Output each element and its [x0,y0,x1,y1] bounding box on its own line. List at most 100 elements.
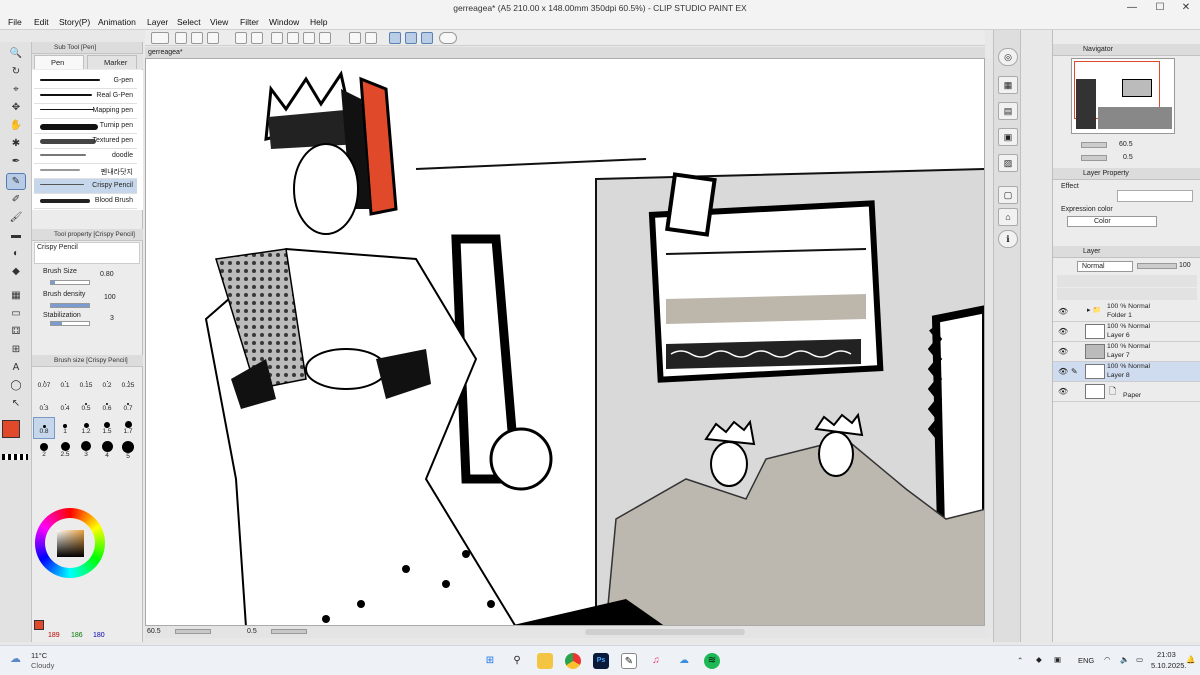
brush-item-selected[interactable]: Crispy Pencil [34,179,137,194]
fill-tool-icon[interactable]: ◆ [7,264,25,279]
navigator-zoom[interactable]: 60.5 [1119,141,1133,148]
layer-row[interactable]: 👁 ▸ 📁 100 % Normal Folder 1 [1053,302,1200,322]
visibility-eye-icon[interactable]: 👁 [1058,387,1068,396]
brush-size-cell[interactable]: 0.1 [55,372,75,392]
weather-icon[interactable]: ☁ [10,652,21,665]
snap-ruler-icon[interactable] [389,32,401,44]
blend-tool-icon[interactable]: ◐ [7,246,25,261]
menu-filter[interactable]: Filter [240,17,259,27]
image-material-icon[interactable]: ▨ [998,154,1018,172]
brush-density-slider[interactable] [50,303,90,308]
layer-row-selected[interactable]: 👁 ✎ 100 % Normal Layer 8 [1053,362,1200,382]
correct-line-tool-icon[interactable]: ↖ [7,396,25,411]
canvas-angle-value[interactable]: 0.5 [247,626,257,638]
visibility-eye-icon[interactable]: 👁 [1058,307,1068,316]
visibility-eye-icon[interactable]: 👁 [1058,367,1068,376]
brush-size-cell[interactable]: 0.07 [34,372,54,392]
sub-view-icon[interactable]: ▤ [998,102,1018,120]
open-file-icon[interactable] [191,32,203,44]
save-icon[interactable] [207,32,219,44]
menu-window[interactable]: Window [269,17,299,27]
redo-icon[interactable] [251,32,263,44]
brush-size-cell[interactable]: 1 [55,418,75,438]
eyedropper-tool-icon[interactable]: ✒ [7,154,25,169]
language-indicator[interactable]: ENG [1078,656,1094,665]
deselect-icon[interactable] [319,32,331,44]
menu-file[interactable]: File [8,17,22,27]
ruler-tool-icon[interactable]: ⊞ [7,342,25,357]
saturation-square[interactable] [57,530,84,557]
navigator-angle[interactable]: 0.5 [1123,154,1133,161]
snap-grid-icon[interactable] [421,32,433,44]
gradient-tool-icon[interactable]: ▦ [7,288,25,303]
chevron-up-icon[interactable]: ⌃ [1017,656,1023,665]
brush-size-cell[interactable]: 5 [118,441,138,461]
spotify-icon[interactable]: ≋ [704,653,720,669]
help-icon[interactable] [439,32,457,44]
material-icon[interactable]: ▦ [998,76,1018,94]
maximize-button[interactable]: ☐ [1146,0,1174,16]
undo-icon[interactable] [235,32,247,44]
hand-tool-icon[interactable]: ✋ [7,118,25,133]
pen-tool-icon[interactable]: ✎ [6,173,26,190]
info-icon[interactable]: ℹ [998,230,1018,248]
balloon-tool-icon[interactable]: ◯ [7,378,25,393]
clock-time[interactable]: 21:03 [1157,650,1176,659]
brush-size-cell[interactable]: 0.5 [76,395,96,415]
apple-music-icon[interactable]: ♫ [648,653,664,669]
rotate-tool-icon[interactable]: ↻ [7,64,25,79]
invert-selection-icon[interactable] [365,32,377,44]
layer-search-icon[interactable]: ⌂ [998,208,1018,226]
brush-size-cell[interactable]: 0.6 [97,395,117,415]
brush-density-row[interactable]: Brush density 100 [40,291,136,313]
brush-item[interactable]: Mapping pen [34,104,137,119]
brush-size-cell[interactable]: 4 [97,441,117,461]
main-color-swatch[interactable] [2,420,20,438]
color-wheel[interactable] [35,508,105,578]
clip-studio-taskbar-icon[interactable]: ✎ [621,653,637,669]
blend-mode-select[interactable]: Normal [1077,261,1133,272]
vertical-scrollbar[interactable] [985,58,993,638]
zoom-slider[interactable] [175,629,211,634]
drawing-canvas[interactable] [145,58,985,626]
frame-tool-icon[interactable]: ⚃ [7,324,25,339]
menu-layer[interactable]: Layer [147,17,168,27]
close-button[interactable]: ✕ [1172,0,1200,16]
layer-row[interactable]: 👁 100 % Normal Layer 6 [1053,322,1200,342]
wifi-icon[interactable]: ◠ [1104,655,1111,664]
brush-size-cell[interactable]: 2.5 [55,441,75,461]
brush-tool-icon[interactable]: 🖌 [7,210,25,225]
item-bank-icon[interactable]: ▣ [998,128,1018,146]
brush-size-cell[interactable]: 0.7 [118,395,138,415]
brush-size-row[interactable]: Brush Size 0.80 [40,268,136,290]
brush-size-cell[interactable]: 0.8 [33,417,55,439]
brush-size-cell[interactable]: 0.15 [76,372,96,392]
navigator-zoom-slider[interactable] [1081,142,1107,148]
current-color-swatch[interactable] [34,620,44,630]
navigator-preview[interactable] [1071,58,1175,134]
clear-icon[interactable] [271,32,283,44]
snap-special-ruler-icon[interactable] [405,32,417,44]
navigator-icon[interactable]: ▢ [998,186,1018,204]
horizontal-scrollbar[interactable] [585,629,745,635]
zoom-tool-icon[interactable]: 🔍 [7,46,25,61]
chrome-icon[interactable] [565,653,581,669]
brush-item[interactable]: 펜내라닷지 [34,164,137,179]
operation-tool-icon[interactable]: ⌖ [7,82,25,97]
brush-item[interactable]: doodle [34,149,137,164]
opacity-value[interactable]: 100 [1179,262,1191,269]
menu-help[interactable]: Help [310,17,327,27]
pencil-tool-icon[interactable]: ✐ [7,192,25,207]
photoshop-icon[interactable]: Ps [593,653,609,669]
tab-marker[interactable]: Marker [87,55,137,69]
brush-size-cell[interactable]: 0.4 [55,395,75,415]
brush-item[interactable]: Real G-Pen [34,89,137,104]
clock-date[interactable]: 5.10.2025. [1151,661,1186,670]
menu-view[interactable]: View [210,17,228,27]
new-file-icon[interactable] [175,32,187,44]
brush-size-cell[interactable]: 0.2 [97,372,117,392]
search-icon[interactable]: ⚲ [509,653,525,669]
menu-edit[interactable]: Edit [34,17,49,27]
clip-studio-icon[interactable] [151,32,169,44]
brush-size-cell[interactable]: 1.5 [97,418,117,438]
